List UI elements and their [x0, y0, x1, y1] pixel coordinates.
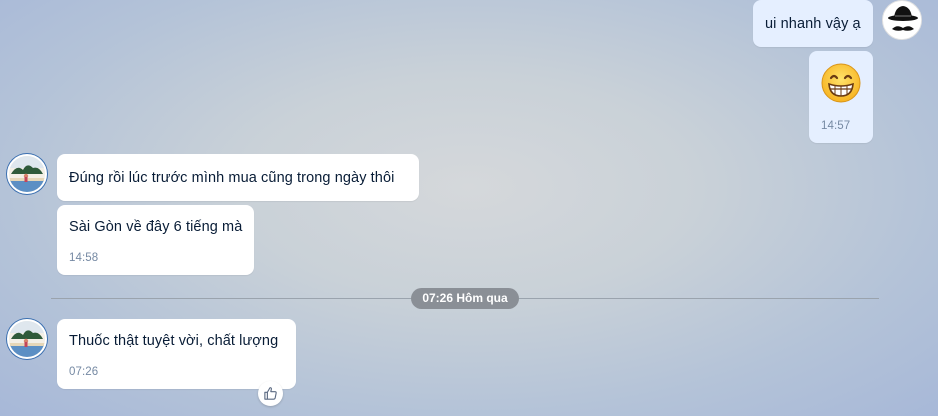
message-outgoing-emoji[interactable]: 14:57: [809, 51, 873, 143]
date-divider-label: 07:26 Hôm qua: [411, 288, 519, 309]
message-text: Sài Gòn về đây 6 tiếng mà: [69, 219, 243, 235]
my-avatar[interactable]: [882, 0, 922, 40]
like-button[interactable]: [258, 381, 283, 406]
message-incoming[interactable]: Sài Gòn về đây 6 tiếng mà 14:58: [57, 205, 254, 275]
landscape-photo-icon: [9, 321, 45, 357]
message-timestamp: 07:26: [69, 366, 99, 378]
message-incoming[interactable]: Thuốc thật tuyệt vời, chất lượng 07:26: [57, 319, 296, 389]
friend-avatar[interactable]: [7, 319, 47, 359]
landscape-photo-icon: [9, 156, 45, 192]
message-text: Thuốc thật tuyệt vời, chất lượng: [69, 333, 279, 349]
cowboy-hat-mustache-icon: [884, 2, 921, 39]
message-incoming[interactable]: Đúng rồi lúc trước mình mua cũng trong n…: [57, 154, 419, 201]
thumbs-up-icon: [264, 387, 277, 400]
grinning-face-emoji-icon: [821, 63, 861, 103]
message-outgoing[interactable]: ui nhanh vậy ạ: [753, 0, 873, 47]
chat-conversation: ui nhanh vậy ạ 14:57 Đúng rồi lúc trước …: [0, 0, 938, 416]
message-timestamp: 14:57: [821, 120, 851, 132]
message-timestamp: 14:58: [69, 252, 99, 264]
friend-avatar[interactable]: [7, 154, 47, 194]
message-text: Đúng rồi lúc trước mình mua cũng trong n…: [69, 170, 395, 186]
message-text: ui nhanh vậy ạ: [765, 16, 861, 32]
